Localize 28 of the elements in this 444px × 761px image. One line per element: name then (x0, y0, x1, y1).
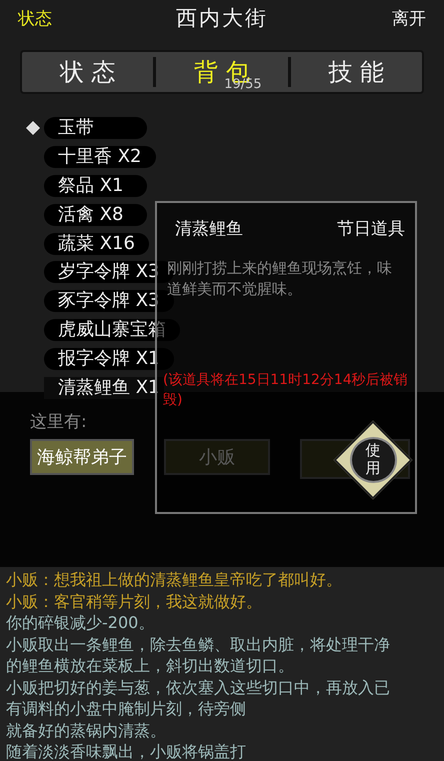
inventory-item[interactable]: 活禽 X8 (44, 204, 147, 226)
log-line: 小贩取出一条鲤鱼，除去鱼鳞、取出内脏，将处理干净 (6, 634, 391, 655)
leave-link[interactable]: 离开 (392, 6, 426, 30)
inventory-item[interactable]: 十里香 X2 (44, 146, 156, 168)
here-label: 这里有: (30, 412, 87, 432)
log-line: 的鲤鱼横放在菜板上，斜切出数道切口。 (6, 655, 295, 676)
inventory-item[interactable]: 祭品 X1 (44, 174, 147, 197)
log-line: 小贩：想我祖上做的清蒸鲤鱼皇帝吃了都叫好。 (6, 569, 343, 590)
tab[interactable]: 技 能 (290, 52, 422, 92)
expiry-warning: (该道具将在15日11时12分14秒后被销毁) (163, 371, 409, 410)
inventory-item[interactable]: 清蒸鲤鱼 X1 (44, 376, 164, 399)
use-button[interactable]: 使用 (333, 420, 413, 500)
item-name: 清蒸鲤鱼 (175, 218, 243, 240)
inventory-item[interactable]: 玉带 (44, 117, 147, 140)
item-category: 节日道具 (337, 218, 405, 240)
log-line: 小贩：客官稍等片刻，我这就做好。 (6, 590, 263, 612)
log-line: 有调料的小盘中腌制片刻，待旁侧 (6, 698, 247, 720)
npc-button[interactable]: 海鲸帮弟子 (30, 438, 134, 475)
status-link[interactable]: 状态 (18, 6, 52, 30)
log-line: 随着淡淡香味飘出，小贩将锅盖打 (6, 741, 247, 761)
log-line: 小贩把切好的姜与葱，依次塞入这些切口中，再放入已 (6, 676, 391, 698)
inventory-item[interactable]: 虎威山寨宝箱 (44, 318, 180, 341)
location-title: 西内大街 (176, 5, 268, 32)
inventory-item[interactable]: 蔬菜 X16 (44, 232, 149, 255)
tab[interactable]: 状 态 (22, 52, 154, 92)
inventory-item[interactable]: 报字令牌 X1 (44, 348, 174, 370)
log-line: 就备好的蒸锅内清蒸。 (6, 720, 167, 741)
log-line: 你的碎银减少-200。 (6, 612, 156, 634)
